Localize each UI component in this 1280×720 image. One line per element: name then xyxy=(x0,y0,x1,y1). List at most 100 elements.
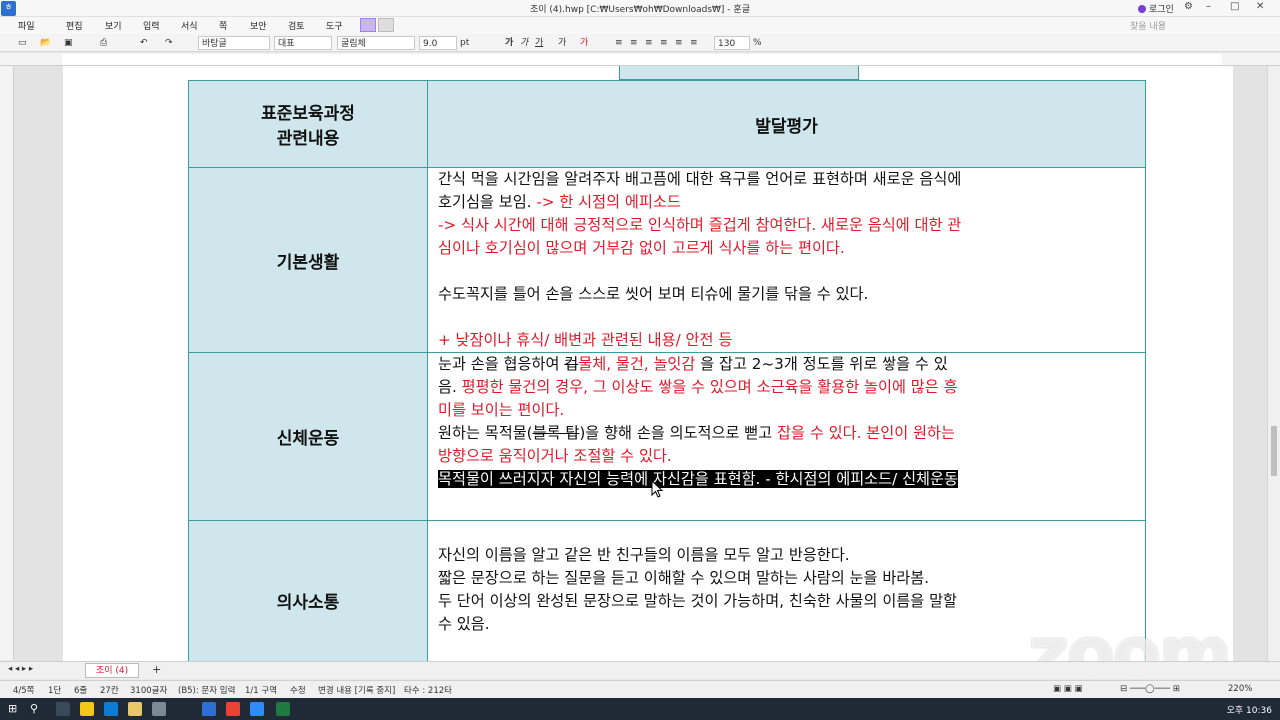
status-track-changes[interactable]: 변경 내용 [기록 중지] xyxy=(318,684,395,696)
mouse-cursor-icon xyxy=(651,480,664,498)
zoom-slider[interactable]: ⊟ ───◯─── ⊞ xyxy=(1120,684,1180,694)
vertical-scrollbar[interactable] xyxy=(1267,66,1280,661)
content-cell[interactable]: 눈과 손을 협응하여 컵물체, 물건, 놀잇감 을 잡고 2~3개 정도를 위로… xyxy=(427,352,1146,521)
underline-icon[interactable]: 가 xyxy=(535,36,543,50)
tab-nav-icon[interactable]: ◂ ◂ ▸ ▸ xyxy=(8,664,33,674)
calculator-icon[interactable] xyxy=(152,702,166,716)
save-icon[interactable]: ▣ xyxy=(64,36,73,50)
menu-view[interactable]: 보기 xyxy=(105,19,122,32)
status-input-mode[interactable]: (B5): 문자 입력 xyxy=(178,684,235,696)
maximize-button[interactable]: □ xyxy=(1230,1,1239,12)
text-line[interactable]: 목적물이 쓰러지자 자신의 능력에 자신감을 표현함. - 한시점의 에피소드/… xyxy=(438,468,1135,491)
view-mode-icons[interactable]: ▣ ▣ ▣ xyxy=(1053,684,1083,694)
revision-text: 평평한 물건의 경우, 그 이상도 쌓을 수 있으며 소근육을 활용한 놀이에 … xyxy=(461,378,958,396)
menu-security[interactable]: 보안 xyxy=(250,19,267,32)
status-typing-speed: 타수 : 212타 xyxy=(404,686,452,696)
zoom-icon[interactable] xyxy=(250,702,264,716)
edge-icon[interactable] xyxy=(104,702,118,716)
minimize-button[interactable]: – xyxy=(1206,1,1211,12)
category-cell[interactable]: 의사소통 xyxy=(188,520,428,661)
menu-format[interactable]: 서식 xyxy=(181,19,198,32)
status-edit-mode[interactable]: 수정 xyxy=(290,684,306,696)
menu-page[interactable]: 쪽 xyxy=(219,19,227,32)
close-button[interactable]: ✕ xyxy=(1256,1,1264,12)
hwp-taskbar-icon[interactable] xyxy=(202,702,216,716)
text-line[interactable]: 미를 보이는 편이다. xyxy=(438,399,1135,422)
strikethrough-icon[interactable]: 가 xyxy=(558,36,566,50)
content-cell[interactable]: 간식 먹을 시간임을 알려주자 배고픔에 대한 욕구를 언어로 표현하며 새로운… xyxy=(427,167,1146,353)
document-canvas[interactable]: 표준보육과정 관련내용 발달평가 기본생활 간식 먹을 시간임을 알려주자 배고픔… xyxy=(14,66,1267,661)
text-line[interactable] xyxy=(438,306,1135,329)
menu-file[interactable]: 파일 xyxy=(18,19,35,32)
kakao-icon[interactable] xyxy=(80,702,94,716)
search-input[interactable]: 찾을 내용 xyxy=(1130,19,1166,32)
style2-select[interactable]: 대표 xyxy=(274,36,332,50)
style-select[interactable]: 바탕글 xyxy=(198,36,270,50)
menu-tools[interactable]: 도구 xyxy=(326,19,343,32)
login-button[interactable]: 로그인 xyxy=(1138,2,1174,15)
text-line[interactable]: 방향으로 움직이거나 조절할 수 있다. xyxy=(438,445,1135,468)
explorer-icon[interactable] xyxy=(128,702,142,716)
align-justify-icon[interactable]: ≡ xyxy=(615,36,623,50)
excel-icon[interactable] xyxy=(276,702,290,716)
vertical-ruler[interactable] xyxy=(0,66,14,660)
new-doc-icon[interactable]: ▭ xyxy=(18,36,27,50)
redo-icon[interactable]: ↷ xyxy=(165,36,173,50)
menu-insert[interactable]: 입력 xyxy=(143,19,160,32)
horizontal-ruler[interactable] xyxy=(0,53,1280,66)
font-size-unit[interactable]: pt xyxy=(460,36,469,50)
text-line[interactable]: 음. 평평한 물건의 경우, 그 이상도 쌓을 수 있으며 소근육을 활용한 놀… xyxy=(438,376,1135,399)
grid-toggle-icon[interactable] xyxy=(378,18,394,32)
text-line[interactable]: + 낮잠이나 휴식/ 배변과 관련된 내용/ 안전 등 xyxy=(438,329,1135,352)
layout-toggle-icon[interactable] xyxy=(360,18,376,32)
text-line[interactable]: 자신의 이름을 알고 같은 반 친구들의 이름을 모두 알고 반응한다. xyxy=(438,544,1135,567)
font-color-icon[interactable]: 가 xyxy=(580,36,588,50)
zoom-unit[interactable]: % xyxy=(753,36,762,50)
header-curriculum[interactable]: 표준보육과정 관련내용 xyxy=(188,80,428,168)
open-icon[interactable]: 📂 xyxy=(40,36,51,50)
text-line[interactable] xyxy=(438,521,1135,544)
revision-text: -> 식사 시간에 대해 긍정적으로 인식하며 즐겁게 참여한다. 새로운 음식… xyxy=(438,216,962,234)
menu-edit[interactable]: 편집 xyxy=(66,19,83,32)
status-zoom[interactable]: 220% xyxy=(1228,684,1252,694)
add-tab-button[interactable]: + xyxy=(152,663,161,676)
bold-icon[interactable]: 가 xyxy=(505,36,513,50)
italic-icon[interactable]: 가 xyxy=(520,36,528,50)
scroll-thumb[interactable] xyxy=(1271,426,1277,476)
header-evaluation[interactable]: 발달평가 xyxy=(427,80,1146,168)
text-line[interactable] xyxy=(438,491,1135,514)
search-icon[interactable]: ⚲ xyxy=(30,702,44,716)
text-line[interactable]: 원하는 목적물(블록 탑)을 향해 손을 의도적으로 뻗고 잡을 수 있다. 본… xyxy=(438,422,1135,445)
category-cell[interactable]: 기본생활 xyxy=(188,167,428,353)
status-column: 1단 xyxy=(48,686,62,696)
document-page[interactable]: 표준보육과정 관련내용 발달평가 기본생활 간식 먹을 시간임을 알려주자 배고픔… xyxy=(63,66,1233,661)
align-split-icon[interactable]: ≡ xyxy=(690,36,698,50)
text-line[interactable]: -> 식사 시간에 대해 긍정적으로 인식하며 즐겁게 참여한다. 새로운 음식… xyxy=(438,214,1135,237)
text-line[interactable]: 간식 먹을 시간임을 알려주자 배고픔에 대한 욕구를 언어로 표현하며 새로운… xyxy=(438,168,1135,191)
undo-icon[interactable]: ↶ xyxy=(140,36,148,50)
text-line[interactable]: 수도꼭지를 틀어 손을 스스로 씻어 보며 티슈에 물기를 닦을 수 있다. xyxy=(438,283,1135,306)
start-icon[interactable]: ⊞ xyxy=(8,702,22,716)
align-left-icon[interactable]: ≡ xyxy=(630,36,638,50)
text-line[interactable] xyxy=(438,260,1135,283)
text-line[interactable]: 눈과 손을 협응하여 컵물체, 물건, 놀잇감 을 잡고 2~3개 정도를 위로… xyxy=(438,353,1135,376)
text-line[interactable]: 짧은 문장으로 하는 질문을 듣고 이해할 수 있으며 말하는 사람의 눈을 바… xyxy=(438,567,1135,590)
user-icon xyxy=(1138,5,1146,13)
text-line[interactable]: 심이나 호기심이 많으며 거부감 없이 고르게 식사를 하는 편이다. xyxy=(438,237,1135,260)
text-line[interactable]: 호기심을 보임. -> 한 시점의 에피소드 xyxy=(438,191,1135,214)
previous-table-fragment xyxy=(619,66,859,80)
align-center-icon[interactable]: ≡ xyxy=(645,36,653,50)
category-cell[interactable]: 신체운동 xyxy=(188,352,428,521)
text-line[interactable]: 두 단어 이상의 완성된 문장으로 말하는 것이 가능하며, 친숙한 사물의 이… xyxy=(438,590,1135,613)
menu-review[interactable]: 검토 xyxy=(288,19,305,32)
print-icon[interactable]: ⎙ xyxy=(100,36,107,50)
align-distribute-icon[interactable]: ≡ xyxy=(675,36,683,50)
font-select[interactable]: 굴림체 xyxy=(337,36,415,50)
zoom-input[interactable]: 130 xyxy=(714,36,750,50)
chrome-icon[interactable] xyxy=(226,702,240,716)
settings-icon[interactable]: ⚙ xyxy=(1184,1,1193,12)
tab-document[interactable]: 조이 (4) xyxy=(85,663,140,678)
align-right-icon[interactable]: ≡ xyxy=(660,36,668,50)
font-size-input[interactable]: 9.0 xyxy=(419,36,457,50)
task-view-icon[interactable] xyxy=(56,702,70,716)
